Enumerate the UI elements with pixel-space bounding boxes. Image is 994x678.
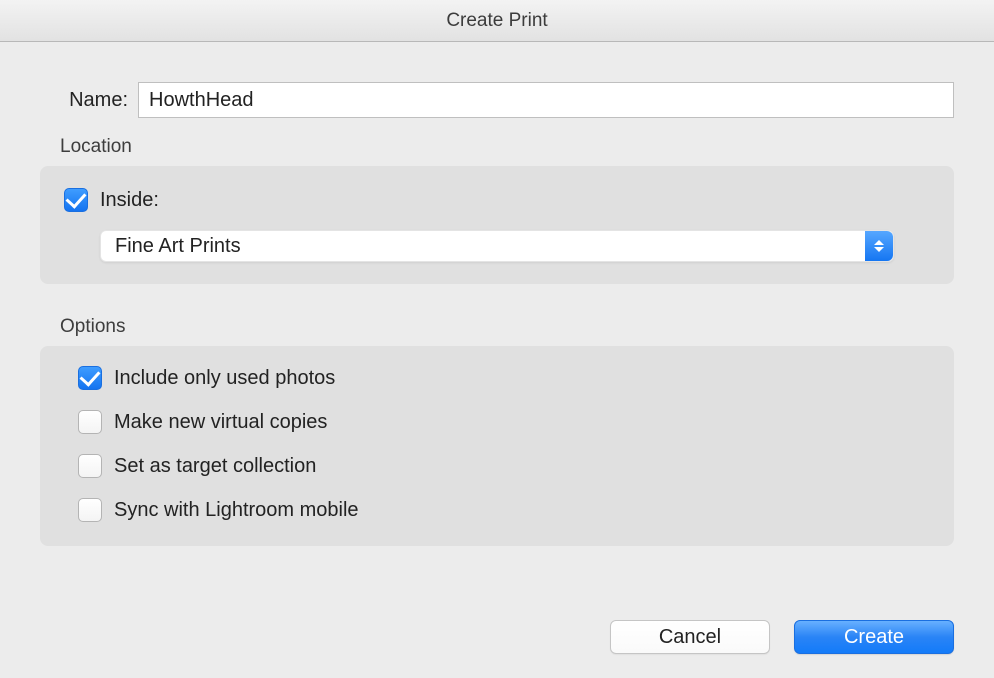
option-checkbox-virtual-copies[interactable]	[78, 410, 102, 434]
options-group-title: Options	[60, 316, 954, 338]
options-group: Options Include only used photos Make ne…	[40, 316, 954, 546]
option-row-sync-mobile: Sync with Lightroom mobile	[78, 498, 930, 522]
inside-collection-value: Fine Art Prints	[101, 235, 865, 258]
cancel-button-label: Cancel	[659, 626, 721, 649]
location-group: Location Inside: Fine Art Prints	[40, 136, 954, 284]
location-group-title: Location	[60, 136, 954, 158]
option-label: Include only used photos	[114, 367, 335, 390]
option-row-virtual-copies: Make new virtual copies	[78, 410, 930, 434]
inside-select-row: Fine Art Prints	[100, 230, 930, 262]
inside-row: Inside:	[64, 188, 930, 212]
option-row-include-used: Include only used photos	[78, 366, 930, 390]
option-label: Set as target collection	[114, 455, 316, 478]
option-label: Sync with Lightroom mobile	[114, 499, 359, 522]
create-button[interactable]: Create	[794, 620, 954, 654]
dialog-titlebar: Create Print	[0, 0, 994, 42]
create-button-label: Create	[844, 626, 904, 649]
options-group-box: Include only used photos Make new virtua…	[40, 346, 954, 546]
inside-collection-select[interactable]: Fine Art Prints	[100, 230, 894, 262]
option-checkbox-include-used[interactable]	[78, 366, 102, 390]
dialog-body: Name: Location Inside: Fine Art Prints	[0, 42, 994, 678]
location-group-box: Inside: Fine Art Prints	[40, 166, 954, 284]
select-stepper-icon	[865, 231, 893, 261]
chevron-up-icon	[874, 240, 884, 245]
option-label: Make new virtual copies	[114, 411, 327, 434]
name-input[interactable]	[138, 82, 954, 118]
chevron-down-icon	[874, 247, 884, 252]
dialog-title: Create Print	[446, 10, 547, 32]
inside-checkbox[interactable]	[64, 188, 88, 212]
name-row: Name:	[40, 82, 954, 118]
inside-label: Inside:	[100, 189, 159, 212]
name-label: Name:	[40, 89, 128, 112]
option-checkbox-sync-mobile[interactable]	[78, 498, 102, 522]
cancel-button[interactable]: Cancel	[610, 620, 770, 654]
option-checkbox-target-collection[interactable]	[78, 454, 102, 478]
dialog-footer: Cancel Create	[610, 620, 954, 654]
option-row-target-collection: Set as target collection	[78, 454, 930, 478]
